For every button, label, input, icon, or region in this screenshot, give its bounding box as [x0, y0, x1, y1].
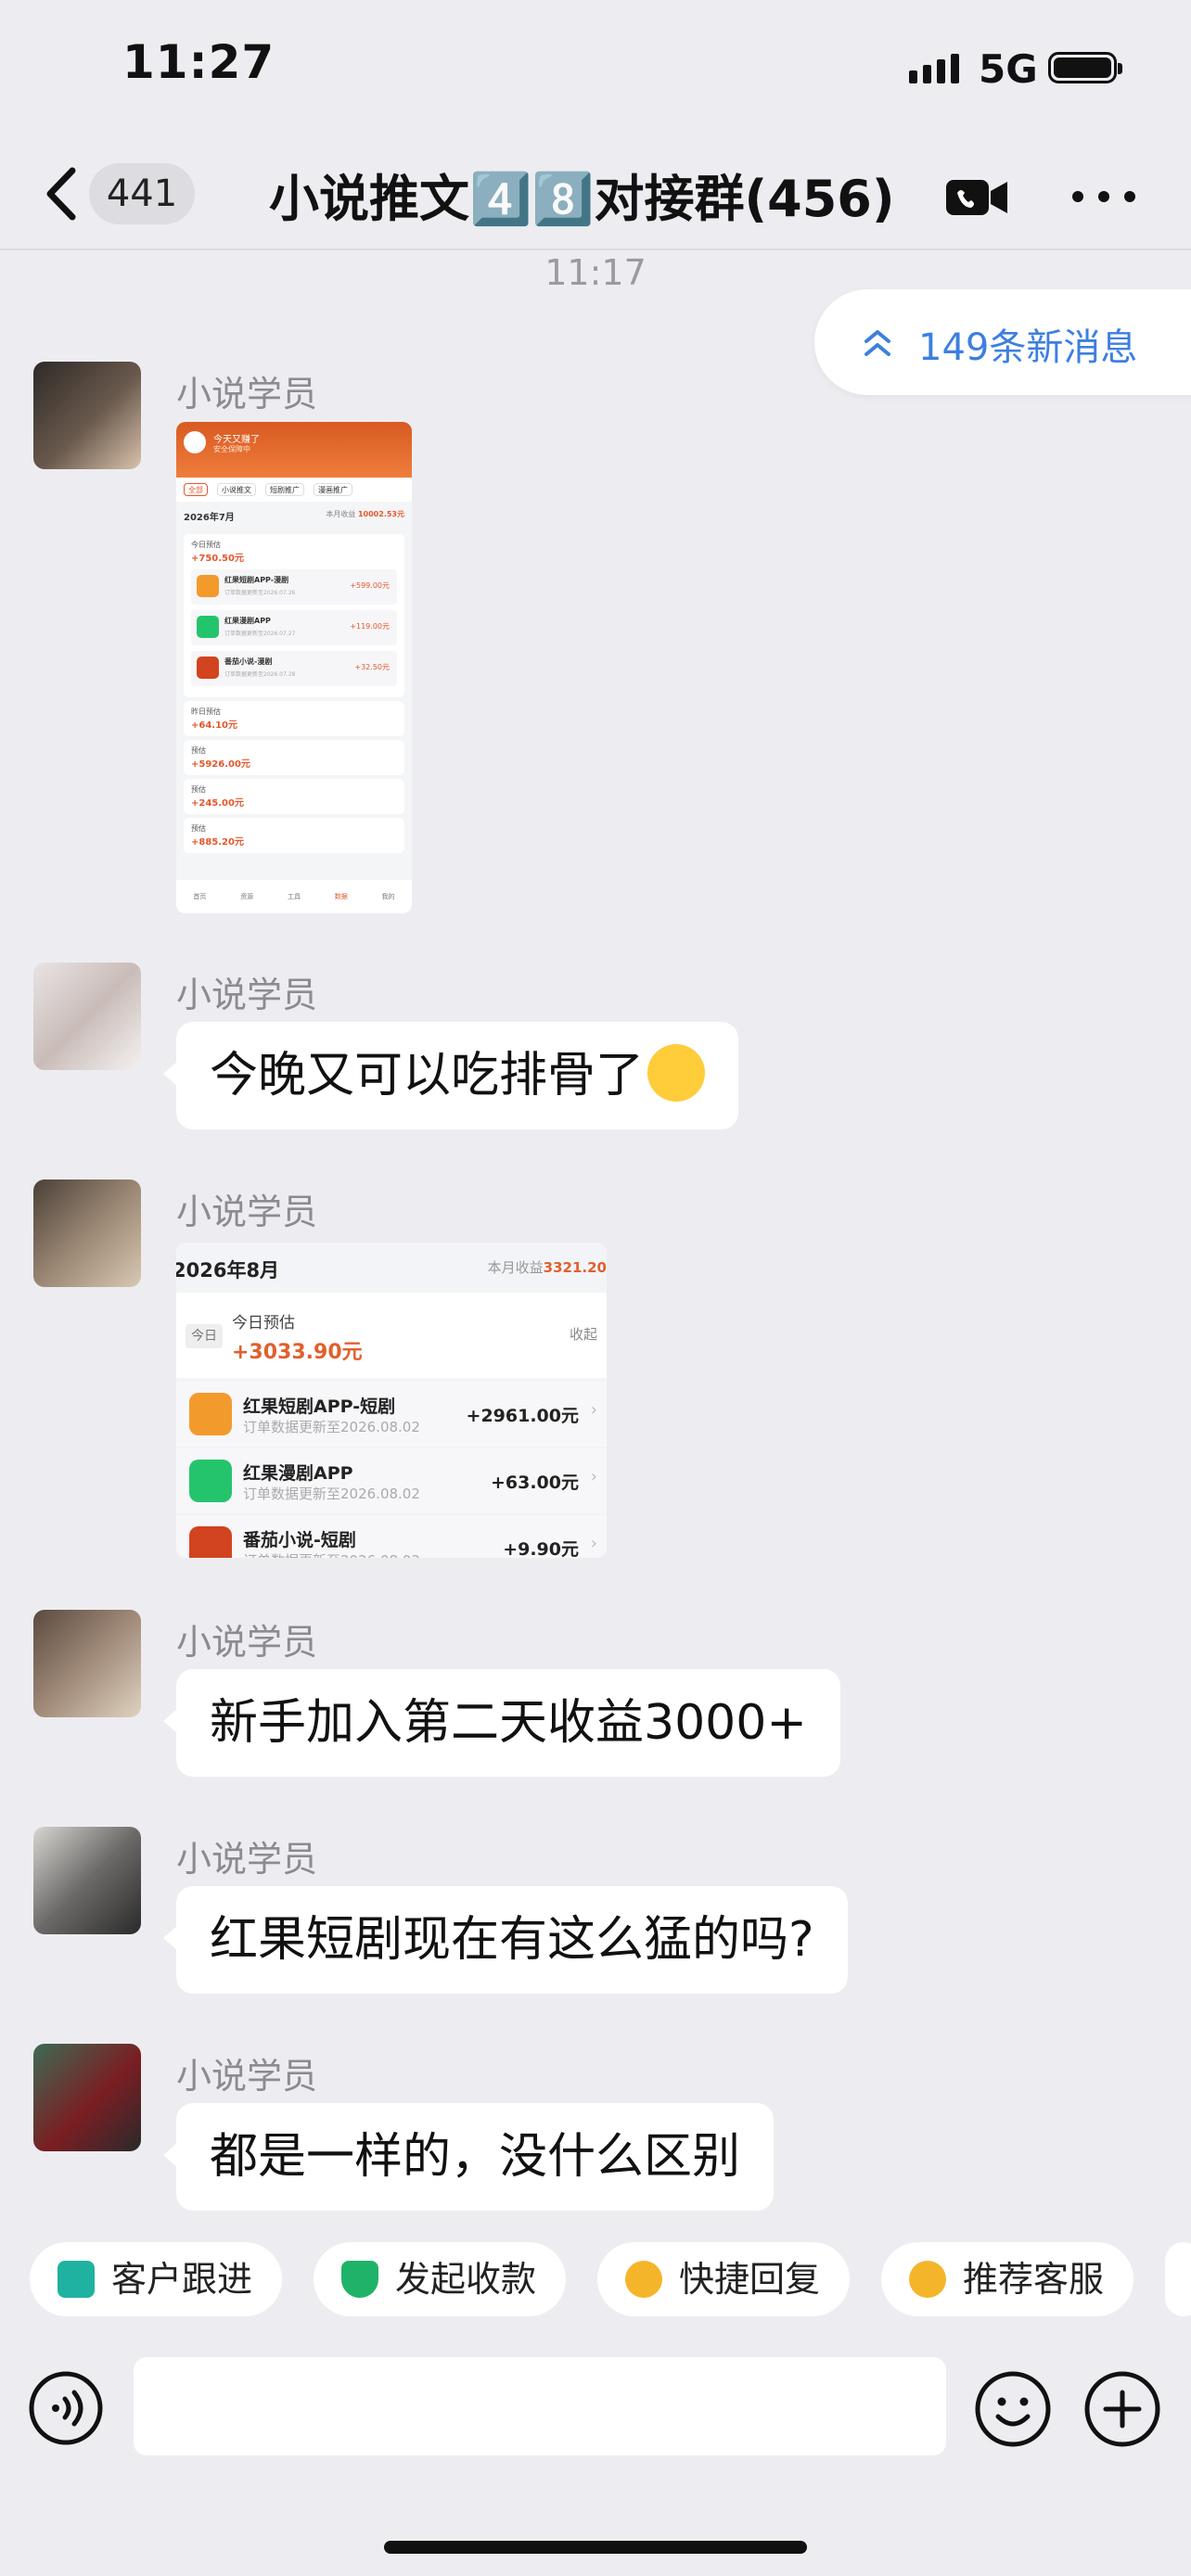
double-chevron-up-icon: [864, 330, 890, 356]
smiling-face-emoji-icon: [647, 1044, 706, 1102]
new-messages-label: 149条新消息: [918, 326, 1138, 369]
sender-name: 小说学员: [176, 975, 318, 1015]
add-attachment-button[interactable]: [1083, 2370, 1161, 2448]
back-button[interactable]: [37, 163, 93, 224]
video-camera-icon: [946, 180, 1007, 215]
quick-reply-button[interactable]: 快捷回复: [597, 2242, 851, 2316]
chevron-left-icon: [46, 167, 76, 221]
status-time: 11:27: [122, 35, 275, 89]
avatar[interactable]: [33, 963, 141, 1070]
video-call-button[interactable]: [944, 174, 1009, 221]
message-bubble[interactable]: 红果短剧现在有这么猛的吗?: [163, 1886, 848, 1994]
battery-icon: [1048, 52, 1122, 83]
voice-input-button[interactable]: [28, 2370, 104, 2446]
income-screenshot-image[interactable]: 2026年8月 本月收益3321.20 今日 今日预估 +3033.90元 收起…: [176, 1243, 607, 1558]
emoji-face-icon: [975, 2371, 1051, 2447]
avatar[interactable]: [33, 1827, 141, 1934]
avatar[interactable]: [33, 2044, 141, 2151]
quick-reply-icon: [625, 2261, 662, 2298]
chat-title: 小说推文4️⃣8️⃣对接群(456): [269, 170, 895, 228]
new-messages-button[interactable]: 149条新消息: [814, 289, 1191, 395]
customer-follow-up-icon: [58, 2261, 95, 2298]
sender-name: 小说学员: [176, 1622, 318, 1663]
more-quick-action-button[interactable]: [1165, 2242, 1191, 2316]
status-bar: 11:27 5G: [0, 0, 1191, 139]
quick-actions-bar: 客户跟进 发起收款 快捷回复 推荐客服: [0, 2214, 1191, 2344]
emoji-button[interactable]: [974, 2370, 1052, 2448]
message-input[interactable]: [134, 2357, 946, 2455]
unread-count-badge[interactable]: 441: [89, 163, 195, 224]
plus-circle-icon: [1084, 2371, 1160, 2447]
home-indicator: [384, 2541, 807, 2554]
message-bubble[interactable]: 新手加入第二天收益3000+: [163, 1669, 840, 1777]
message-timestamp: 11:17: [544, 252, 647, 293]
avatar[interactable]: [33, 362, 141, 469]
sender-name: 小说学员: [176, 2056, 318, 2097]
request-payment-button[interactable]: 发起收款: [314, 2242, 567, 2316]
more-dots-icon: [1072, 191, 1135, 202]
avatar[interactable]: [33, 1610, 141, 1717]
recommend-support-button[interactable]: 推荐客服: [881, 2242, 1134, 2316]
message-bubble[interactable]: 都是一样的，没什么区别: [162, 2103, 775, 2211]
more-options-button[interactable]: [1067, 187, 1141, 206]
avatar[interactable]: [33, 1180, 141, 1287]
support-chat-icon: [909, 2261, 946, 2298]
network-type: 5G: [979, 46, 1038, 92]
chat-header: 441 小说推文4️⃣8️⃣对接群(456): [0, 139, 1191, 250]
sender-name: 小说学员: [176, 1839, 318, 1880]
income-screenshot-image[interactable]: 今天又赚了 安全保障中 全部 小说推文 短剧推广 漫画推广 2026年7月 本月…: [176, 422, 412, 913]
message-bubble[interactable]: 今晚又可以吃排骨了: [162, 1022, 739, 1129]
payment-shield-icon: [341, 2261, 378, 2298]
customer-follow-up-button[interactable]: 客户跟进: [30, 2242, 283, 2316]
signal-icon: [909, 54, 959, 83]
sender-name: 小说学员: [176, 1192, 318, 1232]
voice-icon: [29, 2371, 103, 2445]
sender-name: 小说学员: [176, 374, 318, 414]
